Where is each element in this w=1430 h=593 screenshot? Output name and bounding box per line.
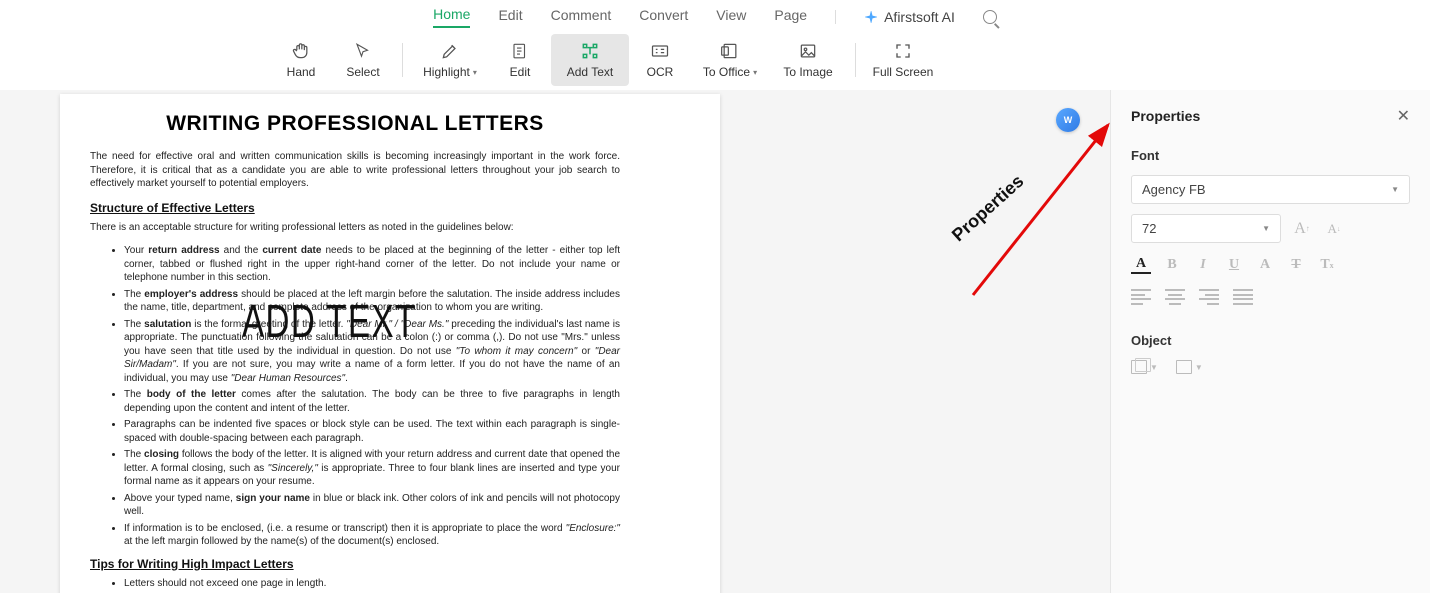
- doc-intro: The need for effective oral and written …: [90, 150, 620, 191]
- chevron-down-icon: ▼: [1195, 363, 1203, 372]
- object-arrange-dropdown[interactable]: ▼: [1131, 360, 1158, 374]
- separator: [402, 43, 403, 77]
- annotation-label: Properties: [948, 171, 1028, 246]
- image-icon: [798, 41, 818, 61]
- font-size-value: 72: [1142, 221, 1156, 236]
- tab-convert[interactable]: Convert: [639, 7, 688, 27]
- to-office-label: To Office: [703, 65, 750, 79]
- ocr-label: OCR: [647, 65, 674, 79]
- tab-home[interactable]: Home: [433, 6, 470, 28]
- document-page[interactable]: WRITING PROFESSIONAL LETTERS The need fo…: [60, 94, 720, 593]
- chevron-down-icon: ▼: [1262, 224, 1270, 233]
- tab-view[interactable]: View: [716, 7, 746, 27]
- select-tool-button[interactable]: Select: [332, 34, 394, 86]
- grow-font-button[interactable]: A↑: [1291, 218, 1313, 240]
- to-image-button[interactable]: To Image: [769, 34, 847, 86]
- close-icon[interactable]: ✕: [1397, 106, 1410, 126]
- edit-tool-button[interactable]: Edit: [489, 34, 551, 86]
- add-text-label: Add Text: [567, 65, 613, 79]
- fullscreen-icon: [893, 41, 913, 61]
- chevron-down-icon: ▾: [473, 68, 477, 77]
- font-section-label: Font: [1131, 148, 1410, 163]
- shrink-font-button[interactable]: A↓: [1323, 218, 1345, 240]
- select-label: Select: [346, 65, 379, 79]
- chevron-down-icon: ▼: [1391, 185, 1399, 194]
- align-center-button[interactable]: [1165, 289, 1185, 305]
- italic-button[interactable]: I: [1193, 255, 1213, 275]
- page-type-badge[interactable]: W: [1056, 108, 1080, 132]
- object-section-label: Object: [1131, 333, 1410, 348]
- text-effect-button[interactable]: A: [1255, 255, 1275, 275]
- edit-icon: [510, 41, 530, 61]
- main-tabs: Home Edit Comment Convert View Page Afir…: [0, 0, 1430, 30]
- add-text-button[interactable]: Add Text: [551, 34, 629, 86]
- doc-structure-list: Your return address and the current date…: [90, 244, 620, 549]
- full-screen-label: Full Screen: [873, 65, 934, 79]
- doc-heading-structure: Structure of Effective Letters: [90, 201, 620, 215]
- list-item: Paragraphs can be indented five spaces o…: [124, 418, 620, 445]
- object-distribute-dropdown[interactable]: ▼: [1176, 360, 1203, 374]
- doc-tips-list: Letters should not exceed one page in le…: [90, 577, 620, 593]
- distribute-icon: [1176, 360, 1192, 374]
- tab-edit[interactable]: Edit: [498, 7, 522, 27]
- align-right-button[interactable]: [1199, 289, 1219, 305]
- added-text-object[interactable]: ADD TEXT: [242, 294, 417, 348]
- underline-button[interactable]: U: [1224, 255, 1244, 275]
- ocr-icon: [650, 41, 670, 61]
- document-canvas[interactable]: WRITING PROFESSIONAL LETTERS The need fo…: [0, 90, 1110, 593]
- list-item: The closing follows the body of the lett…: [124, 448, 620, 489]
- font-family-value: Agency FB: [1142, 182, 1206, 197]
- font-family-dropdown[interactable]: Agency FB ▼: [1131, 175, 1410, 204]
- separator: [855, 43, 856, 77]
- properties-title: Properties: [1131, 108, 1200, 124]
- subscript-button[interactable]: Tx: [1317, 255, 1337, 275]
- cursor-icon: [353, 41, 373, 61]
- hand-label: Hand: [287, 65, 316, 79]
- list-item: The body of the letter comes after the s…: [124, 388, 620, 415]
- strikethrough-button[interactable]: T: [1286, 255, 1306, 275]
- align-left-button[interactable]: [1131, 289, 1151, 305]
- full-screen-button[interactable]: Full Screen: [864, 34, 942, 86]
- doc-title: WRITING PROFESSIONAL LETTERS: [90, 112, 620, 136]
- tab-comment[interactable]: Comment: [551, 7, 612, 27]
- hand-icon: [291, 41, 311, 61]
- font-color-button[interactable]: A: [1131, 256, 1151, 274]
- properties-panel: Properties ✕ Font Agency FB ▼ 72 ▼ A↑ A↓…: [1110, 90, 1430, 593]
- properties-header: Properties ✕: [1131, 106, 1410, 126]
- workspace: WRITING PROFESSIONAL LETTERS The need fo…: [0, 90, 1430, 593]
- to-image-label: To Image: [783, 65, 832, 79]
- sparkle-icon: [864, 10, 878, 24]
- ocr-button[interactable]: OCR: [629, 34, 691, 86]
- chevron-down-icon: ▾: [753, 68, 757, 77]
- chevron-down-icon: ▼: [1150, 363, 1158, 372]
- to-office-button[interactable]: To Office▾: [691, 34, 769, 86]
- header: Home Edit Comment Convert View Page Afir…: [0, 0, 1430, 90]
- doc-heading-tips: Tips for Writing High Impact Letters: [90, 557, 620, 571]
- tab-page[interactable]: Page: [774, 7, 807, 27]
- search-icon[interactable]: [983, 10, 997, 24]
- separator: [835, 10, 836, 24]
- list-item: Letters should not exceed one page in le…: [124, 577, 620, 591]
- arrange-icon: [1131, 360, 1147, 374]
- align-justify-button[interactable]: [1233, 289, 1253, 305]
- doc-structure-lead: There is an acceptable structure for wri…: [90, 221, 620, 235]
- ai-label: Afirstsoft AI: [884, 9, 955, 25]
- highlighter-icon: [440, 41, 460, 61]
- list-item: Your return address and the current date…: [124, 244, 620, 285]
- object-toolbar: ▼ ▼: [1131, 360, 1410, 374]
- toolbar-ribbon: Hand Select Highlight▾ Edit Add Text: [0, 30, 1430, 90]
- format-toolbar: A B I U A T Tx: [1131, 255, 1410, 275]
- font-size-dropdown[interactable]: 72 ▼: [1131, 214, 1281, 243]
- bold-button[interactable]: B: [1162, 255, 1182, 275]
- list-item: Above your typed name, sign your name in…: [124, 492, 620, 519]
- add-text-icon: [580, 41, 600, 61]
- highlight-label: Highlight: [423, 65, 470, 79]
- alignment-toolbar: [1131, 289, 1410, 305]
- office-icon: [720, 41, 740, 61]
- list-item: If information is to be enclosed, (i.e. …: [124, 522, 620, 549]
- tab-ai[interactable]: Afirstsoft AI: [864, 9, 955, 25]
- hand-tool-button[interactable]: Hand: [270, 34, 332, 86]
- edit-label: Edit: [510, 65, 531, 79]
- highlight-tool-button[interactable]: Highlight▾: [411, 34, 489, 86]
